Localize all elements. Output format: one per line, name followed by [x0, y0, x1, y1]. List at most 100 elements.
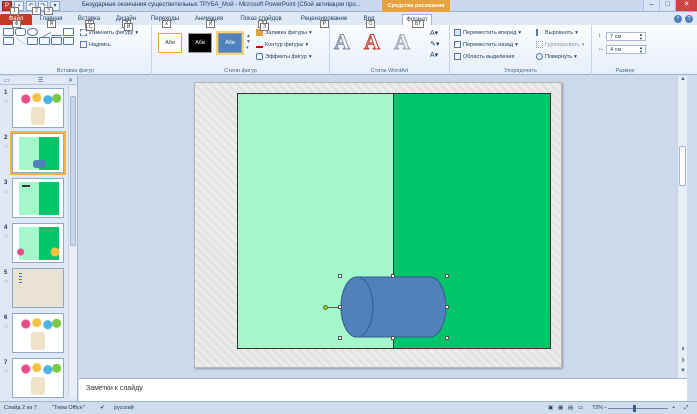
slide-thumb-row-5[interactable]: 5 ☆ — [0, 268, 68, 310]
slide-thumbnail[interactable] — [12, 268, 64, 308]
slide-thumb-row-1[interactable]: 1 ☆ — [0, 88, 68, 130]
wordart-style-1[interactable]: A — [334, 30, 351, 53]
scroll-up-icon[interactable]: ▲ — [678, 76, 688, 82]
wordart-style-3[interactable]: A — [394, 30, 411, 53]
resize-handle-e[interactable] — [445, 305, 449, 309]
resize-handle-ne[interactable] — [445, 274, 449, 278]
styles-gallery-scroll-icon[interactable]: ▲ ▼ ▾ — [246, 33, 251, 51]
scrollbar-thumb[interactable] — [679, 146, 686, 186]
slide-transition-icon: ☆ — [4, 324, 9, 330]
language-indicator[interactable]: русский — [114, 405, 134, 411]
slides-panel-scrollbar[interactable] — [68, 86, 77, 396]
chevron-down-icon: ▾ — [135, 29, 139, 36]
slide-thumb-row-7[interactable]: 7 ☆ — [0, 358, 68, 400]
resize-handle-n[interactable] — [391, 274, 395, 278]
shape-block-arrow-icon[interactable] — [39, 37, 50, 45]
text-fill-icon[interactable]: A▾ — [430, 29, 438, 37]
slide-thumbnail[interactable] — [12, 358, 64, 398]
current-slide[interactable] — [194, 82, 562, 368]
fit-to-window-icon[interactable]: ⤢ — [684, 405, 688, 412]
maximize-icon[interactable]: □ — [659, 0, 675, 11]
resize-handle-nw[interactable] — [338, 274, 342, 278]
slide-thumb-row-3[interactable]: 3 ☆ — [0, 178, 68, 220]
slide-thumbnail[interactable] — [12, 223, 64, 263]
shape-rect2-icon[interactable] — [3, 37, 14, 45]
shape-star-icon[interactable] — [51, 37, 62, 45]
resize-handle-s[interactable] — [391, 336, 395, 340]
shape-line2-icon[interactable] — [51, 28, 62, 36]
slide-editor-scrollbar[interactable]: ▲ ⇞ ⇟ ▼ — [677, 76, 687, 378]
shape-oval-icon[interactable] — [27, 28, 38, 36]
keytip-transitions: Х — [162, 20, 171, 28]
zoom-slider-thumb[interactable] — [633, 405, 636, 412]
normal-view-icon[interactable]: ▣ — [548, 405, 553, 411]
rotate-icon — [536, 53, 543, 60]
shape-triangle-icon[interactable] — [15, 37, 26, 45]
zoom-in-icon[interactable]: + — [672, 405, 675, 411]
zoom-out-icon[interactable]: − — [604, 405, 607, 411]
slide-thumbnail[interactable] — [12, 88, 64, 128]
style-thumb-black[interactable]: Абв — [188, 33, 212, 53]
resize-handle-se[interactable] — [445, 336, 449, 340]
zoom-level[interactable]: 73% — [592, 405, 603, 411]
shape-rounded-rect-icon[interactable] — [15, 28, 26, 36]
shape-arrow-icon[interactable] — [63, 28, 74, 36]
slide-thumbnail[interactable] — [10, 131, 66, 175]
text-outline-icon[interactable]: ✎▾ — [430, 40, 439, 48]
rotate-label: Повернуть — [545, 53, 573, 60]
slides-tab-icon[interactable]: ▭ — [4, 77, 10, 84]
style-thumb-white[interactable]: Абв — [158, 33, 182, 53]
thumb-figures — [16, 246, 62, 258]
slide-thumb-row-2[interactable]: 2 ☆ — [0, 131, 68, 175]
keytip-view: О — [366, 20, 375, 28]
notes-pane[interactable]: Заметки к слайду — [79, 378, 687, 401]
shape-rectangle-icon[interactable] — [3, 28, 14, 36]
help-icon[interactable]: ? — [685, 15, 693, 23]
selected-cylinder-shape[interactable] — [340, 276, 447, 338]
slide-thumbnail[interactable] — [12, 313, 64, 353]
shape-outline-label: Контур фигуры — [265, 41, 304, 48]
width-input[interactable]: 4 см ▲ ▼ — [606, 45, 646, 54]
bring-forward-button[interactable]: Переместить вперед ▾ — [454, 29, 521, 36]
spellcheck-icon[interactable]: ✔ — [100, 405, 105, 411]
spin-arrows-icon[interactable]: ▲ ▼ — [639, 33, 643, 41]
outline-tab-icon[interactable]: ☰ — [38, 77, 43, 84]
resize-handle-sw[interactable] — [338, 336, 342, 340]
selection-pane-button[interactable]: Область выделения — [454, 53, 514, 60]
slide-thumb-row-4[interactable]: 4 ☆ — [0, 223, 68, 265]
reading-view-icon[interactable]: ▤ — [568, 405, 573, 411]
spin-arrows-icon[interactable]: ▲ ▼ — [639, 46, 643, 54]
slide-thumb-row-6[interactable]: 6 ☆ — [0, 313, 68, 355]
textbox-button[interactable]: Надпись — [80, 41, 111, 48]
text-effects-icon[interactable]: A▾ — [430, 51, 438, 59]
send-backward-button[interactable]: Переместить назад ▾ — [454, 41, 518, 48]
slides-panel-tabs: ▭ ☰ ✕ — [0, 76, 78, 85]
thumb-text-mark — [22, 185, 30, 187]
chevron-down-icon: ▾ — [575, 29, 578, 36]
next-slide-icon[interactable]: ⇟ — [678, 357, 688, 364]
slide-sorter-icon[interactable]: ▦ — [558, 405, 563, 411]
minimize-icon[interactable]: – — [643, 0, 659, 11]
slide-number: 6 — [4, 315, 8, 321]
scrollbar-thumb[interactable] — [70, 96, 76, 246]
slideshow-view-icon[interactable]: ▭ — [578, 405, 583, 411]
prev-slide-icon[interactable]: ⇞ — [678, 346, 688, 353]
shape-effects-button[interactable]: Эффекты фигур ▾ — [256, 53, 312, 60]
shapes-gallery[interactable] — [3, 25, 75, 52]
wordart-style-2[interactable]: A — [364, 30, 381, 53]
group-button[interactable]: Группировать ▾ — [536, 41, 585, 48]
minimize-ribbon-icon[interactable]: ^ — [674, 15, 682, 23]
theme-name: "Тема Office" — [52, 405, 85, 411]
close-panel-icon[interactable]: ✕ — [68, 77, 73, 84]
shape-more-icon[interactable] — [63, 37, 74, 45]
height-input[interactable]: 7 см ▲ ▼ — [606, 32, 646, 41]
shape-outline-button[interactable]: Контур фигуры ▾ — [256, 41, 308, 48]
rotate-button[interactable]: Повернуть ▾ — [536, 53, 577, 60]
scroll-down-icon[interactable]: ▼ — [678, 368, 688, 374]
zoom-slider[interactable] — [608, 408, 668, 409]
style-thumb-blue[interactable]: Абв — [216, 31, 244, 55]
close-icon[interactable]: ✕ — [675, 0, 697, 11]
align-button[interactable]: Выровнять ▾ — [536, 29, 578, 36]
slide-thumbnail[interactable] — [12, 178, 64, 218]
shape-pentagon-icon[interactable] — [27, 37, 38, 45]
